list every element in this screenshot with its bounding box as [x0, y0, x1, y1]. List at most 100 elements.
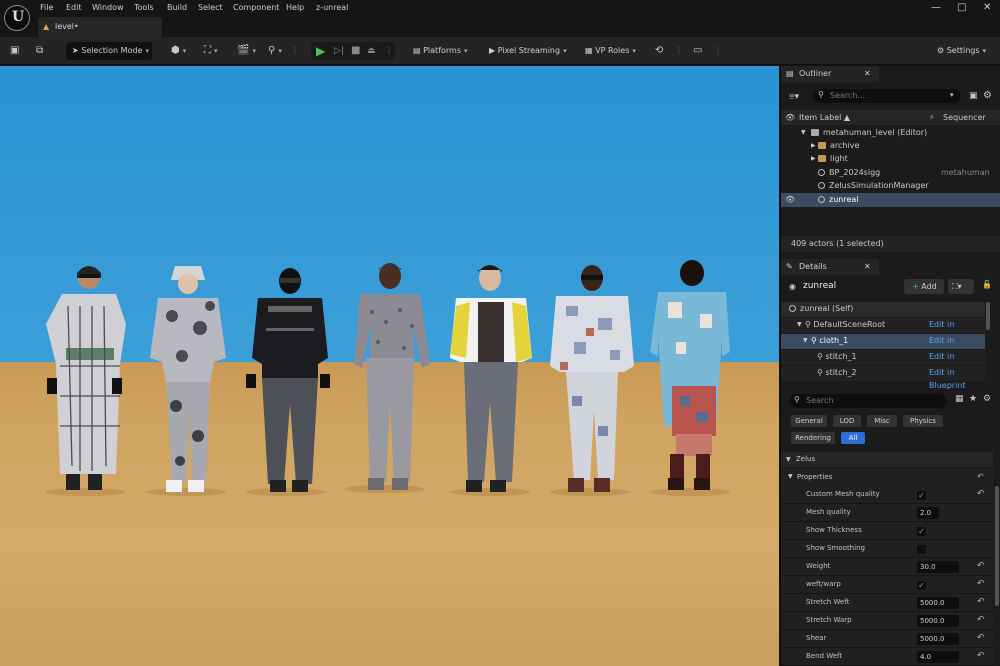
- outliner-item[interactable]: ▼ metahuman_level (Editor): [781, 126, 1000, 139]
- property-value-input[interactable]: 2.0: [917, 507, 939, 519]
- details-scrollbar[interactable]: [995, 486, 999, 606]
- details-settings-icon[interactable]: ⚙: [983, 394, 991, 404]
- property-checkbox[interactable]: ✓: [917, 491, 926, 500]
- add-component-button[interactable]: + Add: [904, 279, 944, 294]
- edit-in-blueprint-link[interactable]: Edit in Blueprint: [929, 366, 985, 392]
- component-item-selected[interactable]: ▼ ⚲ cloth_1 Edit in Blueprint: [781, 334, 985, 358]
- mode-icon[interactable]: ⚲ ▾: [268, 42, 282, 60]
- unreal-logo-icon[interactable]: U: [4, 5, 30, 31]
- column-item-label[interactable]: Item Label ▲: [799, 110, 850, 125]
- expand-arrow-icon[interactable]: ▶: [811, 139, 816, 152]
- more-options-icon-2[interactable]: ⋮: [714, 42, 722, 60]
- reset-icon[interactable]: ↶: [977, 651, 985, 661]
- blueprint-icon[interactable]: ⛶ ▾: [204, 42, 218, 60]
- reset-icon[interactable]: ↶: [977, 579, 985, 589]
- outliner-item-selected[interactable]: 👁 zunreal: [781, 193, 1000, 207]
- visibility-icon[interactable]: 👁: [785, 193, 795, 206]
- source-control-icon[interactable]: ⟲: [655, 42, 663, 60]
- eject-icon[interactable]: ⏏: [367, 42, 376, 60]
- settings-dropdown[interactable]: ⚙ Settings ▾: [937, 42, 986, 60]
- details-search-input[interactable]: ⚲ Search: [789, 394, 947, 408]
- reset-icon[interactable]: ↶: [977, 633, 985, 643]
- filter-misc[interactable]: Misc: [867, 415, 897, 427]
- property-checkbox[interactable]: [917, 545, 926, 554]
- screen-icon[interactable]: ▭: [693, 42, 702, 60]
- save-icon[interactable]: ▣: [10, 42, 19, 60]
- add-folder-icon[interactable]: ▣: [969, 91, 978, 101]
- property-value-input[interactable]: 4.0: [917, 651, 959, 663]
- platforms-dropdown[interactable]: ▤ Platforms ▾: [413, 42, 468, 60]
- expand-arrow-icon[interactable]: ▼: [803, 334, 808, 347]
- property-value-input[interactable]: 5000.0: [917, 615, 959, 627]
- selection-mode-dropdown[interactable]: ➤ Selection Mode ▾: [66, 42, 152, 60]
- document-tab-level[interactable]: ▲ level•: [38, 17, 162, 37]
- menu-build[interactable]: Build: [167, 3, 187, 12]
- more-options-icon[interactable]: ⋮: [675, 42, 683, 60]
- menu-select[interactable]: Select: [198, 3, 223, 12]
- vp-roles-dropdown[interactable]: ▦ VP Roles ▾: [585, 42, 636, 60]
- outliner-search-input[interactable]: ⚲ Search... ▾: [813, 89, 961, 103]
- property-value-input[interactable]: 5000.0: [917, 633, 959, 645]
- component-item[interactable]: ⚲ stitch_2 Edit in Blueprint: [781, 366, 985, 390]
- pixel-streaming-dropdown[interactable]: ▶ Pixel Streaming ▾: [489, 42, 567, 60]
- lock-icon[interactable]: 🔓: [982, 280, 992, 289]
- star-icon[interactable]: ★: [969, 394, 977, 404]
- outliner-settings-icon[interactable]: ⚙: [983, 90, 992, 101]
- reset-icon[interactable]: ↶: [977, 597, 985, 607]
- reset-icon[interactable]: ↶: [977, 615, 985, 625]
- step-icon[interactable]: ▷|: [334, 42, 344, 60]
- more-icon[interactable]: ⋮: [291, 42, 299, 60]
- filter-lod[interactable]: LOD: [833, 415, 861, 427]
- section-zelus[interactable]: ▼ Zelus: [781, 452, 993, 467]
- expand-arrow-icon[interactable]: ▶: [811, 152, 816, 165]
- component-item[interactable]: ⚲ stitch_1 Edit in Blueprint: [781, 350, 985, 374]
- menu-z-unreal[interactable]: z-unreal: [316, 3, 348, 12]
- menu-component[interactable]: Component: [233, 3, 279, 12]
- component-item[interactable]: zunreal (Self): [781, 302, 985, 317]
- expand-arrow-icon[interactable]: ▼: [801, 126, 806, 139]
- browse-icon[interactable]: ⧉: [36, 42, 43, 60]
- menu-window[interactable]: Window: [92, 3, 124, 12]
- add-actor-icon[interactable]: ⬢ ▾: [171, 42, 186, 60]
- filter-icon[interactable]: ⩸▾: [789, 92, 799, 102]
- column-sequencer[interactable]: Sequencer: [943, 110, 986, 125]
- menu-edit[interactable]: Edit: [66, 3, 82, 12]
- property-checkbox[interactable]: ✓: [917, 581, 926, 590]
- stop-icon[interactable]: ■: [351, 42, 360, 60]
- subsection-properties[interactable]: ▼ Properties ↶: [781, 468, 993, 486]
- expand-arrow-icon[interactable]: ▼: [797, 318, 802, 331]
- table-view-icon[interactable]: ▦: [955, 394, 964, 404]
- components-scrollbar[interactable]: [986, 302, 990, 330]
- reset-icon[interactable]: ↶: [977, 468, 984, 486]
- outliner-item[interactable]: ZelusSimulationManager: [781, 179, 1000, 192]
- maximize-button[interactable]: □: [957, 2, 966, 13]
- close-button[interactable]: ✕: [983, 2, 991, 13]
- property-value-input[interactable]: 5000.0: [917, 597, 959, 609]
- close-outliner-icon[interactable]: ✕: [864, 66, 871, 82]
- outliner-item[interactable]: BP_2024sigg metahuman: [781, 166, 1000, 179]
- menu-tools[interactable]: Tools: [134, 3, 154, 12]
- minimize-button[interactable]: —: [931, 2, 941, 13]
- reset-icon[interactable]: ↶: [977, 561, 985, 571]
- filter-rendering[interactable]: Rendering: [791, 432, 835, 444]
- filter-general[interactable]: General: [791, 415, 827, 427]
- property-value-input[interactable]: 30.0: [917, 561, 959, 573]
- outliner-item[interactable]: ▶ light: [781, 152, 1000, 165]
- filter-physics[interactable]: Physics: [903, 415, 943, 427]
- play-icon[interactable]: ▶: [316, 42, 325, 60]
- menu-help[interactable]: Help: [286, 3, 304, 12]
- cinematics-icon[interactable]: 🎬 ▾: [237, 42, 256, 60]
- filter-all[interactable]: All: [841, 432, 865, 444]
- menu-file[interactable]: File: [40, 3, 53, 12]
- search-icon: ⚲: [794, 395, 800, 404]
- details-tab[interactable]: ✎ Details ✕: [781, 259, 879, 275]
- play-options-icon[interactable]: ⋮: [385, 42, 393, 60]
- close-details-icon[interactable]: ✕: [864, 259, 871, 275]
- reset-icon[interactable]: ↶: [977, 489, 985, 499]
- component-item[interactable]: ▼ ⚲ DefaultSceneRoot Edit in Blueprint: [781, 318, 985, 342]
- blueprint-dropdown[interactable]: ⛶▾: [948, 279, 974, 294]
- outliner-item[interactable]: ▶ archive: [781, 139, 1000, 152]
- level-viewport[interactable]: [0, 66, 779, 666]
- outliner-tab[interactable]: ▤ Outliner ✕: [781, 66, 879, 82]
- property-checkbox[interactable]: ✓: [917, 527, 926, 536]
